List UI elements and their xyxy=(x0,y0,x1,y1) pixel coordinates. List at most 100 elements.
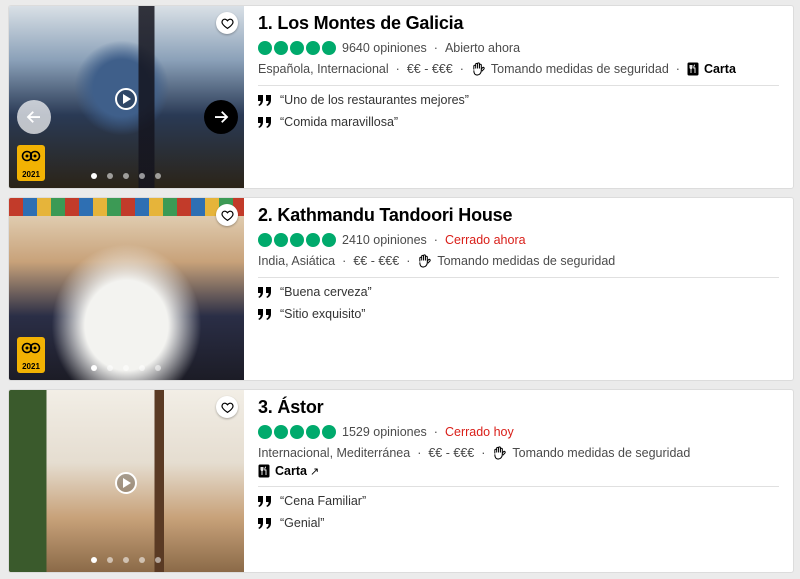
restaurant-info: 1. Los Montes de Galicia 9640 opiniones … xyxy=(258,6,779,188)
travelers-choice-badge: 2021 xyxy=(17,337,45,373)
rating-bubble xyxy=(274,41,288,55)
photo-pagination xyxy=(91,365,161,371)
restaurant-photo[interactable] xyxy=(9,390,244,572)
travelers-choice-badge: 2021 xyxy=(17,145,45,181)
menu-link[interactable]: Carta xyxy=(687,62,736,76)
safety-text[interactable]: Tomando medidas de seguridad xyxy=(491,62,669,76)
review-count[interactable]: 2410 opiniones xyxy=(342,233,427,247)
restaurant-info: 3. Ástor 1529 opiniones · Cerrado hoy In… xyxy=(258,390,779,572)
restaurant-title[interactable]: 2. Kathmandu Tandoori House xyxy=(258,205,512,226)
pagination-dot[interactable] xyxy=(91,365,97,371)
rating-bubble xyxy=(258,41,272,55)
review-snippet[interactable]: “Cena Familiar” xyxy=(258,494,366,508)
restaurant-card[interactable]: 2021 1. Los Montes de Galicia 9640 opini… xyxy=(8,5,794,189)
separator: · xyxy=(433,41,438,55)
separator: · xyxy=(433,233,438,247)
restaurant-card[interactable]: 3. Ástor 1529 opiniones · Cerrado hoy In… xyxy=(8,389,794,573)
quote-text: “Sitio exquisito” xyxy=(280,307,366,321)
review-snippet[interactable]: “Genial” xyxy=(258,516,324,530)
arrow-right-icon xyxy=(215,111,229,123)
rating-row: 1529 opiniones · Cerrado hoy xyxy=(258,425,514,439)
photo-pagination xyxy=(91,557,161,563)
separator: · xyxy=(406,253,411,268)
quote-icon xyxy=(258,308,271,320)
quote-icon xyxy=(258,517,271,529)
menu-label: Carta xyxy=(703,61,736,76)
review-snippet[interactable]: “Comida maravillosa” xyxy=(258,115,398,129)
pagination-dot[interactable] xyxy=(155,557,161,563)
menu-icon xyxy=(687,62,699,75)
heart-icon xyxy=(220,18,234,29)
divider xyxy=(258,85,779,86)
cuisine-text: Internacional, Mediterránea xyxy=(258,445,411,460)
save-heart-button[interactable] xyxy=(216,396,238,418)
quote-text: “Genial” xyxy=(280,516,325,530)
menu-link[interactable]: Carta ↗ xyxy=(258,464,319,478)
separator: · xyxy=(417,445,422,460)
quote-text: “Uno de los restaurantes mejores” xyxy=(280,93,469,107)
arrow-left-icon xyxy=(26,111,40,123)
pagination-dot[interactable] xyxy=(139,173,145,179)
pagination-dot[interactable] xyxy=(91,173,97,179)
menu-label: Carta xyxy=(275,464,307,478)
rating-bubble xyxy=(290,425,304,439)
rating-row: 9640 opiniones · Abierto ahora xyxy=(258,41,520,55)
pagination-dot[interactable] xyxy=(123,365,129,371)
safety-hands-icon xyxy=(419,254,432,268)
owl-logo-icon xyxy=(21,342,41,354)
next-photo-button[interactable] xyxy=(204,100,238,134)
quote-icon xyxy=(258,286,271,298)
pagination-dot[interactable] xyxy=(155,173,161,179)
rating-row: 2410 opiniones · Cerrado ahora xyxy=(258,233,526,247)
pagination-dot[interactable] xyxy=(107,365,113,371)
review-snippet[interactable]: “Uno de los restaurantes mejores” xyxy=(258,93,469,107)
safety-text[interactable]: Tomando medidas de seguridad xyxy=(437,254,615,268)
divider xyxy=(258,277,779,278)
review-count[interactable]: 9640 opiniones xyxy=(342,41,427,55)
rating-bubble xyxy=(274,233,288,247)
rating-bubble xyxy=(274,425,288,439)
pagination-dot[interactable] xyxy=(107,557,113,563)
rating-bubbles xyxy=(258,233,336,247)
pagination-dot[interactable] xyxy=(139,365,145,371)
rating-bubble xyxy=(306,41,320,55)
save-heart-button[interactable] xyxy=(216,12,238,34)
review-snippet[interactable]: “Buena cerveza” xyxy=(258,285,372,299)
pagination-dot[interactable] xyxy=(155,365,161,371)
price-range: €€ - €€€ xyxy=(406,61,453,76)
separator: · xyxy=(675,61,680,76)
quote-icon xyxy=(258,495,271,507)
play-video-button[interactable] xyxy=(115,88,137,110)
rating-bubble xyxy=(290,233,304,247)
previous-photo-button[interactable] xyxy=(17,100,51,134)
pagination-dot[interactable] xyxy=(139,557,145,563)
safety-text[interactable]: Tomando medidas de seguridad xyxy=(512,446,690,460)
review-count[interactable]: 1529 opiniones xyxy=(342,425,427,439)
open-status: Abierto ahora xyxy=(444,41,521,55)
quote-text: “Buena cerveza” xyxy=(280,285,372,299)
rating-bubbles xyxy=(258,425,336,439)
pagination-dot[interactable] xyxy=(123,173,129,179)
pagination-dot[interactable] xyxy=(123,557,129,563)
menu-icon xyxy=(258,464,270,478)
restaurant-card[interactable]: 2021 2. Kathmandu Tandoori House 2410 op… xyxy=(8,197,794,381)
price-range: €€ - €€€ xyxy=(428,445,475,460)
restaurant-title[interactable]: 1. Los Montes de Galicia xyxy=(258,13,463,34)
quote-text: “Comida maravillosa” xyxy=(280,115,399,129)
pagination-dot[interactable] xyxy=(107,173,113,179)
heart-icon xyxy=(220,210,234,221)
play-video-button[interactable] xyxy=(115,472,137,494)
closed-status: Cerrado ahora xyxy=(444,233,526,247)
closed-status: Cerrado hoy xyxy=(444,425,514,439)
restaurant-title[interactable]: 3. Ástor xyxy=(258,397,324,418)
separator: · xyxy=(395,61,400,76)
external-link-icon: ↗ xyxy=(309,465,320,478)
owl-logo-icon xyxy=(21,150,41,162)
save-heart-button[interactable] xyxy=(216,204,238,226)
rating-bubbles xyxy=(258,41,336,55)
restaurant-photo[interactable]: 2021 xyxy=(9,6,244,188)
award-year: 2021 xyxy=(22,362,40,371)
pagination-dot[interactable] xyxy=(91,557,97,563)
review-snippet[interactable]: “Sitio exquisito” xyxy=(258,307,365,321)
restaurant-photo[interactable]: 2021 xyxy=(9,198,244,380)
